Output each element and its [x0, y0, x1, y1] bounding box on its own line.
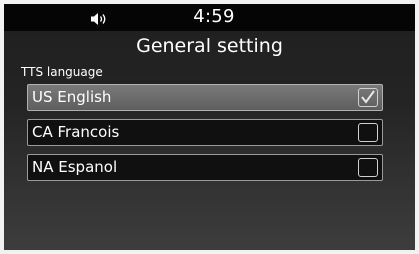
option-label: US English — [32, 88, 112, 106]
checkbox[interactable] — [358, 158, 378, 177]
checkbox[interactable] — [358, 88, 378, 107]
display-screen: 4:59 General setting TTS language US Eng… — [4, 4, 415, 250]
option-na-espanol[interactable]: NA Espanol — [27, 154, 383, 181]
option-label: CA Francois — [32, 123, 120, 141]
status-bar: 4:59 — [4, 4, 415, 31]
section-label-tts-language: TTS language — [21, 65, 103, 79]
option-ca-francois[interactable]: CA Francois — [27, 119, 383, 146]
clock: 4:59 — [193, 6, 235, 27]
checkmark-icon — [361, 90, 375, 104]
screen-frame: 4:59 General setting TTS language US Eng… — [0, 0, 419, 254]
option-us-english[interactable]: US English — [27, 84, 383, 111]
page-title: General setting — [136, 35, 283, 57]
checkbox[interactable] — [358, 123, 378, 142]
option-label: NA Espanol — [32, 158, 118, 176]
speaker-volume-icon — [91, 11, 109, 25]
